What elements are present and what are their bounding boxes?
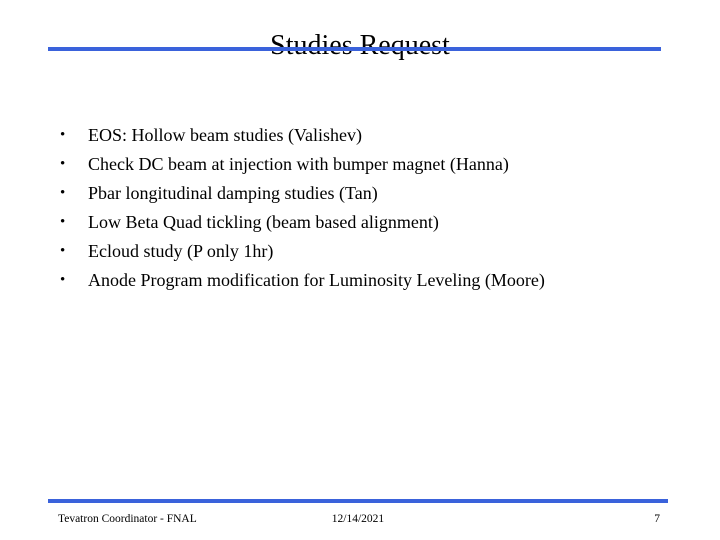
- slide-footer: Tevatron Coordinator - FNAL 12/14/2021 7: [48, 510, 668, 530]
- footer-organization: Tevatron Coordinator - FNAL: [58, 513, 197, 525]
- list-item-label: EOS: Hollow beam studies (Valishev): [88, 125, 362, 145]
- list-item-label: Pbar longitudinal damping studies (Tan): [88, 183, 378, 203]
- list-item: • Anode Program modification for Luminos…: [54, 266, 674, 295]
- list-item: • Check DC beam at injection with bumper…: [54, 150, 674, 179]
- bullet-point-icon: •: [60, 156, 66, 172]
- bullet-point-icon: •: [60, 272, 66, 288]
- page-title: Studies Request: [270, 29, 450, 61]
- title-divider: [48, 47, 661, 51]
- list-item: • EOS: Hollow beam studies (Valishev): [54, 121, 674, 150]
- list-item: • Low Beta Quad tickling (beam based ali…: [54, 208, 674, 237]
- bullet-point-icon: •: [60, 185, 66, 201]
- list-item: • Pbar longitudinal damping studies (Tan…: [54, 179, 674, 208]
- bullet-point-icon: •: [60, 243, 66, 259]
- bullet-list: • EOS: Hollow beam studies (Valishev) • …: [54, 121, 674, 295]
- list-item: • Ecloud study (P only 1hr): [54, 237, 674, 266]
- bullet-point-icon: •: [60, 214, 66, 230]
- list-item-label: Low Beta Quad tickling (beam based align…: [88, 212, 439, 232]
- slide-canvas: Studies Request • EOS: Hollow beam studi…: [0, 0, 720, 540]
- list-item-label: Ecloud study (P only 1hr): [88, 241, 274, 261]
- list-item-label: Check DC beam at injection with bumper m…: [88, 154, 509, 174]
- list-item-label: Anode Program modification for Luminosit…: [88, 270, 545, 290]
- footer-date: 12/14/2021: [331, 513, 385, 525]
- bullet-point-icon: •: [60, 127, 66, 143]
- footer-page-number: 7: [654, 513, 660, 525]
- footer-divider: [48, 499, 668, 503]
